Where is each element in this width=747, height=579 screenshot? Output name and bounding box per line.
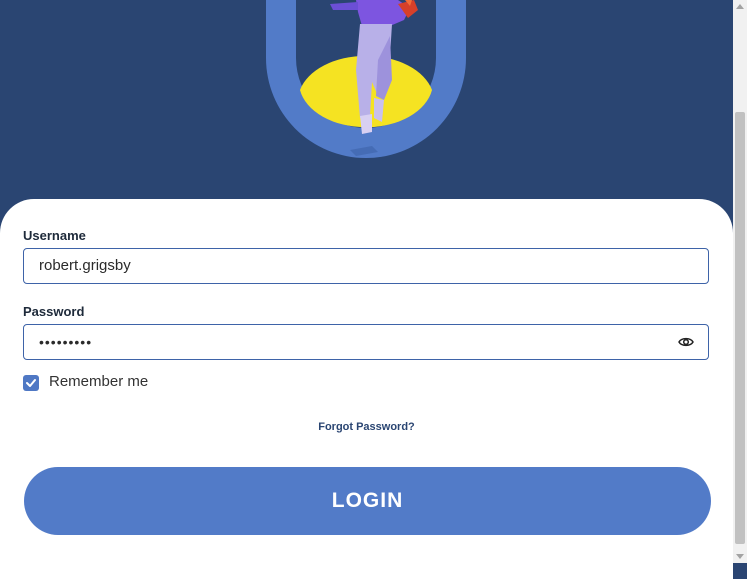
- login-card: Username robert.grigsby Password •••••••…: [0, 199, 733, 579]
- username-label: Username: [23, 228, 86, 243]
- forgot-password-link[interactable]: Forgot Password?: [0, 421, 733, 433]
- remember-me-checkbox[interactable]: [23, 375, 39, 391]
- password-label: Password: [23, 304, 85, 319]
- check-icon: [26, 379, 36, 387]
- vertical-scrollbar[interactable]: [733, 0, 747, 563]
- scroll-down-icon[interactable]: [736, 554, 744, 559]
- password-field[interactable]: •••••••••: [23, 324, 709, 360]
- eye-icon[interactable]: [678, 335, 694, 349]
- scroll-up-icon[interactable]: [736, 4, 744, 9]
- scroll-thumb[interactable]: [735, 112, 745, 544]
- username-field[interactable]: robert.grigsby: [23, 248, 709, 284]
- hero-banner: [0, 0, 733, 230]
- remember-me-label[interactable]: Remember me: [49, 373, 148, 390]
- username-value: robert.grigsby: [39, 257, 131, 274]
- login-button[interactable]: LOGIN: [24, 467, 711, 535]
- hero-illustration: [266, 0, 466, 158]
- password-value: •••••••••: [39, 334, 93, 350]
